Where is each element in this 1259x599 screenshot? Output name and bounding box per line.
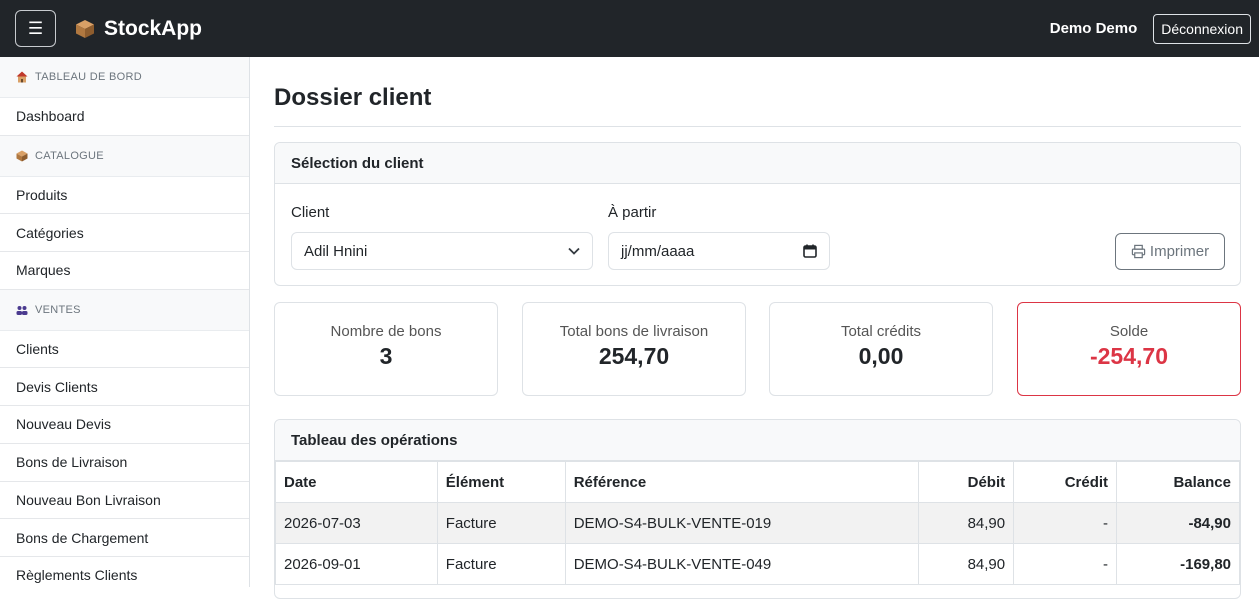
column-header[interactable]: Crédit: [1013, 461, 1118, 503]
users-icon: [16, 305, 28, 315]
sidebar-item-nouveau-bon-livraison[interactable]: Nouveau Bon Livraison: [0, 482, 249, 520]
printer-icon: [1131, 244, 1146, 259]
cell-credit: -: [1013, 543, 1118, 585]
column-header[interactable]: Élément: [436, 461, 566, 503]
brand[interactable]: StockApp: [75, 17, 202, 41]
operations-table: Date Élément Référence Débit Crédit Bala…: [275, 461, 1240, 585]
table-header-row: Date Élément Référence Débit Crédit Bala…: [275, 461, 1240, 503]
cell-balance: -169,80: [1116, 543, 1240, 585]
column-header[interactable]: Débit: [918, 461, 1015, 503]
stat-value: -254,70: [1089, 343, 1168, 369]
cell-debit: 84,90: [918, 543, 1015, 585]
stat-value: 3: [379, 343, 393, 369]
cell-element: Facture: [436, 502, 566, 544]
column-header[interactable]: Référence: [564, 461, 920, 503]
cell-debit: 84,90: [918, 502, 1015, 544]
table-row: 2026-09-01 Facture DEMO-S4-BULK-VENTE-04…: [275, 543, 1240, 585]
column-header[interactable]: Balance: [1116, 461, 1240, 503]
stats-row: Nombre de bons 3 Total bons de livraison…: [274, 302, 1241, 396]
stat-value: 0,00: [858, 343, 904, 369]
cell-credit: -: [1013, 502, 1118, 544]
client-selection-card: Sélection du client Client À partir Adil…: [274, 142, 1241, 286]
stat-label: Nombre de bons: [330, 323, 442, 340]
sidebar-section-title: TABLEAU DE BORD: [35, 71, 142, 83]
hamburger-icon: ☰: [27, 18, 44, 38]
sidebar-item-nouveau-devis[interactable]: Nouveau Devis: [0, 406, 249, 444]
sidebar: TABLEAU DE BORD Dashboard CATALOGUE Prod…: [0, 57, 250, 587]
sidebar-item-bons-chargement[interactable]: Bons de Chargement: [0, 519, 249, 557]
logout-button[interactable]: Déconnexion: [1153, 13, 1251, 44]
sidebar-item-clients[interactable]: Clients: [0, 331, 249, 369]
chevron-down-icon: [568, 247, 580, 255]
stat-card-solde: Solde -254,70: [1017, 302, 1241, 396]
sidebar-item-categories[interactable]: Catégories: [0, 214, 249, 253]
table-row: 2026-07-03 Facture DEMO-S4-BULK-VENTE-01…: [275, 502, 1240, 544]
sidebar-item-produits[interactable]: Produits: [0, 177, 249, 215]
cell-reference: DEMO-S4-BULK-VENTE-049: [564, 543, 920, 585]
cell-date: 2026-09-01: [275, 543, 438, 585]
column-header[interactable]: Date: [275, 461, 438, 503]
page-title: Dossier client: [274, 84, 432, 111]
brand-name: StockApp: [104, 16, 203, 40]
sidebar-item-devis-clients[interactable]: Devis Clients: [0, 368, 249, 407]
stat-card-bons: Nombre de bons 3: [274, 302, 498, 396]
client-select[interactable]: Adil Hnini: [291, 232, 593, 270]
cell-reference: DEMO-S4-BULK-VENTE-019: [564, 502, 920, 544]
cell-element: Facture: [436, 543, 566, 585]
stat-value: 254,70: [598, 343, 670, 369]
stat-label: Total crédits: [840, 323, 922, 340]
stat-card-total-credits: Total crédits 0,00: [769, 302, 993, 396]
card-header: Sélection du client: [275, 143, 1240, 184]
from-date-input[interactable]: jj/mm/aaaa: [608, 232, 830, 270]
client-select-value: Adil Hnini: [304, 242, 368, 260]
sidebar-section-dashboard: TABLEAU DE BORD: [0, 57, 249, 98]
top-navbar: ☰ StockApp Demo Demo Déconnexion: [0, 0, 1259, 57]
stat-card-total-livraison: Total bons de livraison 254,70: [522, 302, 746, 396]
sidebar-item-marques[interactable]: Marques: [0, 252, 249, 290]
client-label: Client: [291, 204, 330, 221]
sidebar-section-ventes: VENTES: [0, 289, 249, 331]
calendar-icon[interactable]: [803, 244, 817, 258]
sidebar-item-bons-livraison[interactable]: Bons de Livraison: [0, 444, 249, 482]
stat-label: Solde: [1109, 323, 1149, 340]
main-content: Dossier client Sélection du client Clien…: [274, 57, 1241, 599]
user-name: Demo Demo: [1049, 20, 1138, 37]
sidebar-section-title: CATALOGUE: [35, 149, 104, 162]
stat-label: Total bons de livraison: [559, 323, 709, 340]
card-header: Tableau des opérations: [275, 420, 1240, 461]
package-icon: [16, 150, 28, 162]
from-date-label: À partir: [608, 204, 657, 221]
sidebar-item-reglements-clients[interactable]: Règlements Clients: [0, 557, 249, 587]
package-icon: [76, 19, 94, 38]
date-placeholder: jj/mm/aaaa: [621, 242, 695, 260]
cell-balance: -84,90: [1116, 502, 1240, 544]
print-label: Imprimer: [1149, 243, 1210, 260]
sidebar-item-dashboard[interactable]: Dashboard: [0, 98, 249, 136]
sidebar-section-catalogue: CATALOGUE: [0, 135, 249, 177]
cell-date: 2026-07-03: [275, 502, 438, 544]
house-icon: [16, 71, 28, 83]
print-button[interactable]: Imprimer: [1115, 233, 1225, 270]
menu-toggle-button[interactable]: ☰: [15, 10, 56, 47]
operations-card: Tableau des opérations Date Élément Réfé…: [274, 419, 1241, 599]
title-divider: [274, 126, 1241, 127]
sidebar-section-title: VENTES: [35, 303, 81, 316]
